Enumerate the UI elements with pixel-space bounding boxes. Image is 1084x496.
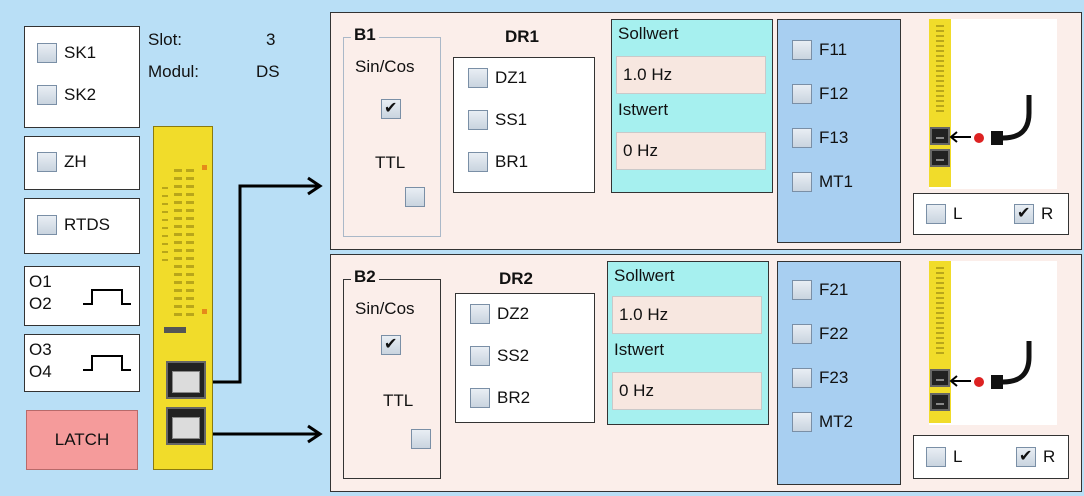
lr-group: L R (913, 435, 1069, 479)
b2-title: B2 (351, 267, 379, 287)
dr1-title: DR1 (505, 27, 540, 46)
mt2-checkbox[interactable] (792, 412, 812, 432)
br1-checkbox[interactable] (468, 152, 488, 172)
channel-1-panel: B1 Sin/Cos TTL DR1 DZ1 SS1 BR1 Sollwert … (330, 12, 1082, 250)
br2-checkbox[interactable] (470, 388, 490, 408)
encoder-diagram (929, 261, 1057, 425)
istwert-field: 0 Hz (612, 372, 762, 410)
f23-checkbox[interactable] (792, 368, 812, 388)
ss1-checkbox[interactable] (468, 110, 488, 130)
dz2-row[interactable]: DZ2 (470, 304, 529, 324)
f23-label: F23 (819, 368, 849, 387)
istwert-label: Istwert (614, 340, 665, 359)
app-window: SK1 SK2 ZH RTDS O1 O2 O3 O4 LATCH Slot: … (0, 0, 1084, 496)
dr2-title: DR2 (499, 269, 534, 288)
f11-label: F11 (819, 40, 848, 59)
sincos-label: Sin/Cos (355, 57, 415, 76)
r-label: R (1043, 447, 1056, 466)
ttl-checkbox[interactable] (405, 187, 426, 207)
ttl-checkbox[interactable] (411, 429, 432, 449)
ss2-row[interactable]: SS2 (470, 346, 529, 366)
dz2-checkbox[interactable] (470, 304, 490, 324)
r-row[interactable]: R (1014, 203, 1054, 224)
dr2-group: DZ2 SS2 BR2 (455, 293, 595, 423)
istwert-field: 0 Hz (616, 132, 766, 170)
f13-label: F13 (819, 128, 849, 147)
dz1-row[interactable]: DZ1 (468, 68, 527, 88)
sollwert-field[interactable]: 1.0 Hz (612, 296, 762, 334)
l-label: L (953, 204, 963, 223)
f21-row[interactable]: F21 (792, 280, 848, 300)
l-checkbox[interactable] (926, 204, 946, 224)
r-checkbox[interactable] (1016, 446, 1036, 467)
b1-title: B1 (351, 25, 379, 45)
channel-2-panel: B2 Sin/Cos TTL DR2 DZ2 SS2 BR2 Sollwert … (330, 254, 1082, 492)
f22-checkbox[interactable] (792, 324, 812, 344)
f12-row[interactable]: F12 (792, 84, 848, 104)
lr-group: L R (913, 193, 1069, 235)
br2-row[interactable]: BR2 (470, 388, 530, 408)
f12-label: F12 (819, 84, 849, 103)
ss1-label: SS1 (495, 110, 528, 129)
ss2-label: SS2 (497, 346, 530, 365)
l-label: L (953, 447, 963, 466)
encoder-diagram (929, 19, 1057, 189)
ss1-row[interactable]: SS1 (468, 110, 527, 130)
f22-row[interactable]: F22 (792, 324, 848, 344)
fault-panel: F21 F22 F23 MT2 (777, 261, 901, 485)
encoder-cable-icon (949, 95, 1032, 145)
mt1-row[interactable]: MT1 (792, 172, 853, 192)
mt1-checkbox[interactable] (792, 172, 812, 192)
sincos-label: Sin/Cos (355, 299, 415, 318)
br1-row[interactable]: BR1 (468, 152, 528, 172)
dz1-label: DZ1 (495, 68, 528, 87)
dz1-checkbox[interactable] (468, 68, 488, 88)
f22-label: F22 (819, 324, 849, 343)
f21-label: F21 (819, 280, 849, 299)
f21-checkbox[interactable] (792, 280, 812, 300)
dr1-group: DZ1 SS1 BR1 (453, 57, 595, 193)
br2-label: BR2 (497, 388, 531, 407)
f13-checkbox[interactable] (792, 128, 812, 148)
f11-checkbox[interactable] (792, 40, 812, 60)
mt2-row[interactable]: MT2 (792, 412, 853, 432)
l-row[interactable]: L (926, 447, 962, 467)
sincos-checkbox[interactable] (381, 98, 401, 119)
l-checkbox[interactable] (926, 447, 946, 467)
r-label: R (1041, 204, 1054, 223)
mt1-label: MT1 (819, 172, 853, 191)
l-row[interactable]: L (926, 204, 962, 224)
ttl-label: TTL (375, 153, 406, 172)
ttl-label: TTL (383, 391, 414, 410)
sincos-checkbox[interactable] (381, 334, 401, 355)
sollwert-istwert-panel: Sollwert 1.0 Hz Istwert 0 Hz (607, 261, 769, 425)
mt2-label: MT2 (819, 412, 853, 431)
istwert-label: Istwert (618, 100, 669, 119)
ss2-checkbox[interactable] (470, 346, 490, 366)
f12-checkbox[interactable] (792, 84, 812, 104)
sollwert-field[interactable]: 1.0 Hz (616, 56, 766, 94)
f13-row[interactable]: F13 (792, 128, 848, 148)
encoder-cable-icon (949, 341, 1032, 389)
fault-panel: F11 F12 F13 MT1 (777, 19, 901, 243)
sollwert-istwert-panel: Sollwert 1.0 Hz Istwert 0 Hz (611, 19, 773, 193)
r-row[interactable]: R (1016, 446, 1056, 467)
dz2-label: DZ2 (497, 304, 530, 323)
br1-label: BR1 (495, 152, 529, 171)
f11-row[interactable]: F11 (792, 40, 847, 60)
sollwert-label: Sollwert (614, 266, 675, 285)
sollwert-label: Sollwert (618, 24, 679, 43)
f23-row[interactable]: F23 (792, 368, 848, 388)
r-checkbox[interactable] (1014, 203, 1034, 224)
